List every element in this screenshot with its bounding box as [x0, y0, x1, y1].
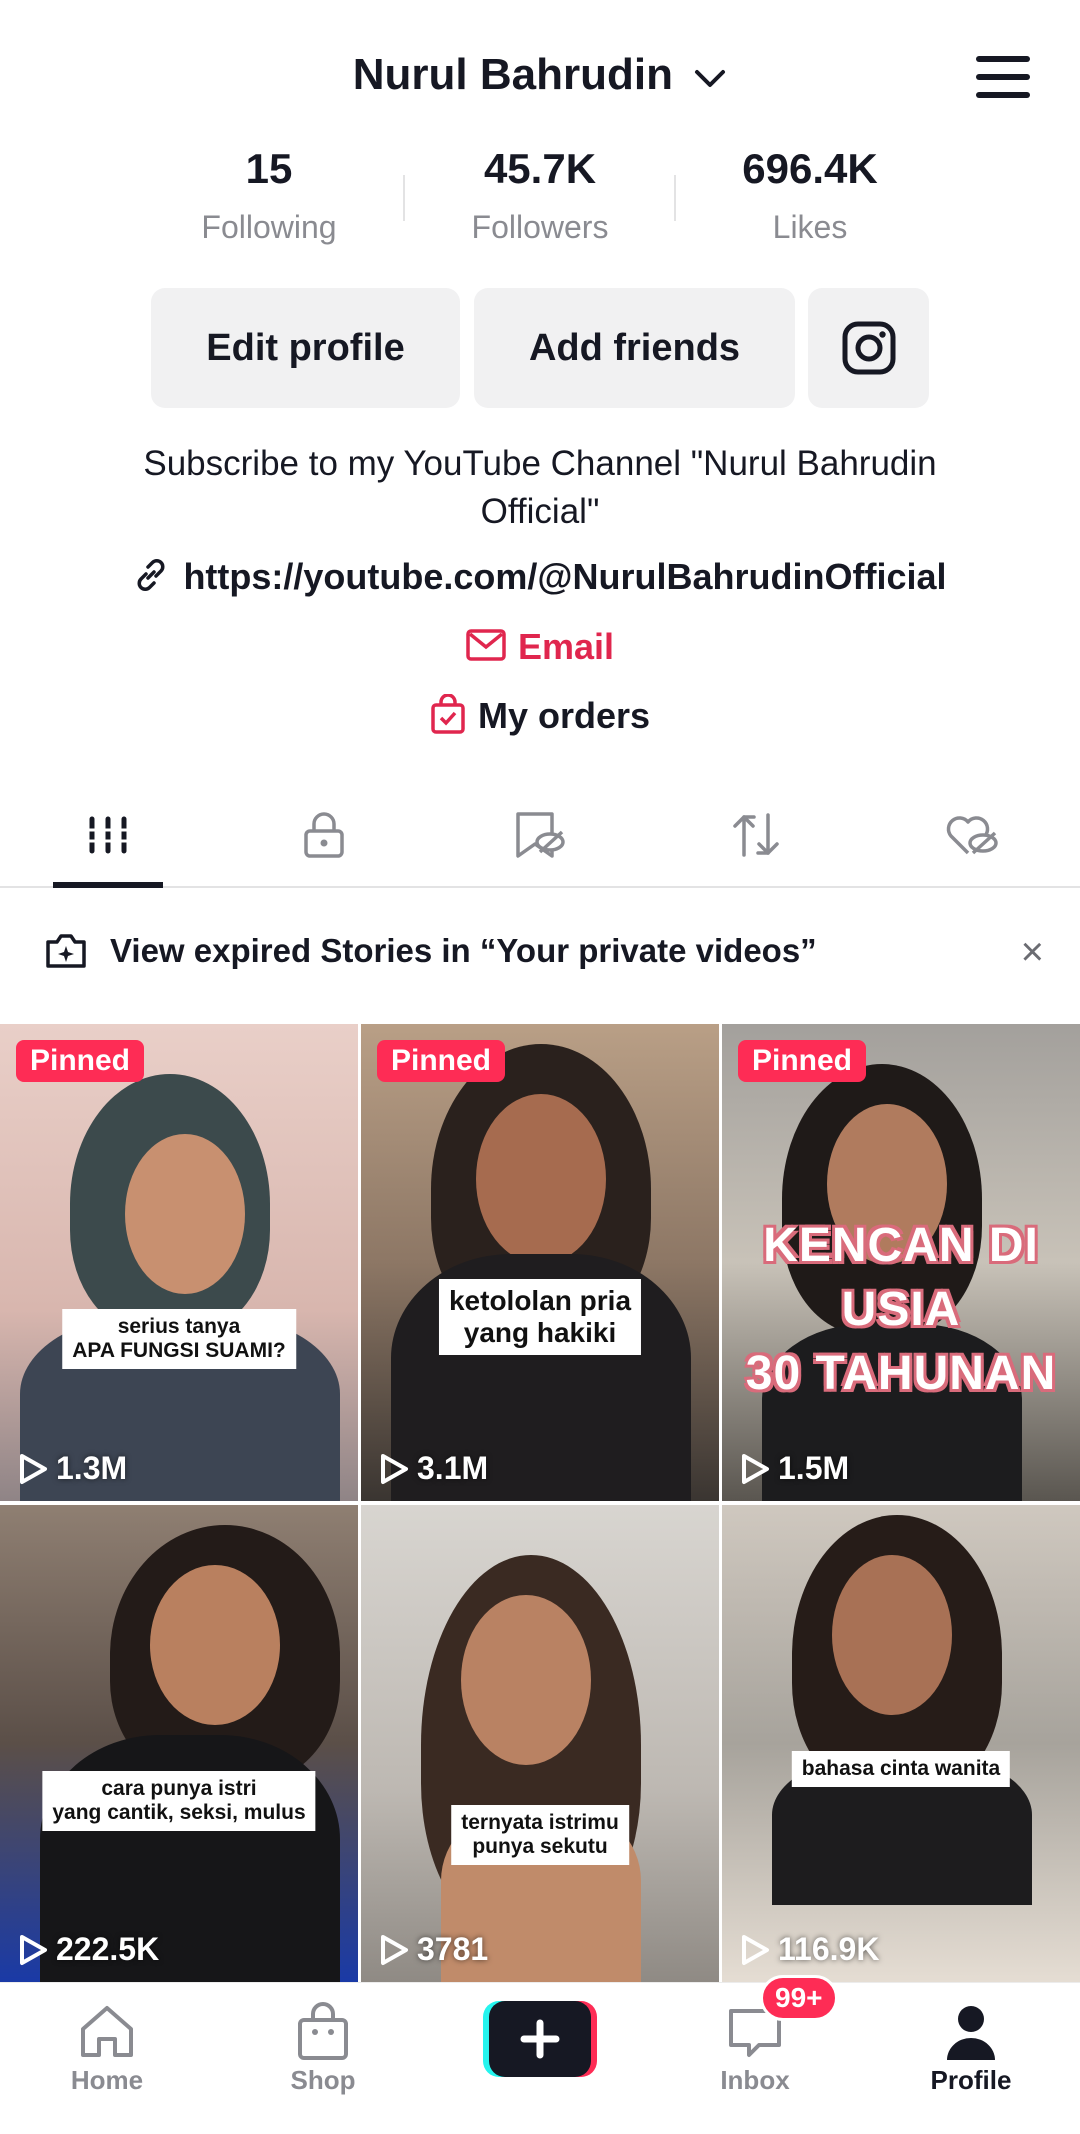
profile-icon: [947, 2006, 995, 2060]
play-icon: [381, 1453, 408, 1484]
email-label: Email: [517, 626, 615, 667]
email-link[interactable]: Email: [0, 626, 1080, 670]
stat-following[interactable]: 15 Following: [149, 145, 389, 246]
video-tile[interactable]: ternyata istrimu punya sekutu 3781: [361, 1505, 719, 1982]
content-tabs: [0, 790, 1080, 888]
bookmark-hidden-icon: [516, 812, 565, 858]
stat-value: 15: [245, 145, 293, 192]
hamburger-menu-icon[interactable]: [976, 56, 1030, 100]
view-count-value: 116.9K: [778, 1931, 880, 1967]
nav-shop[interactable]: Shop: [248, 1999, 398, 2096]
video-tile[interactable]: cara punya istri yang cantik, seksi, mulu…: [0, 1505, 358, 1982]
video-caption: cara punya istri yang cantik, seksi, mulu…: [42, 1771, 316, 1832]
view-count-value: 3781: [417, 1931, 489, 1967]
account-switcher[interactable]: Nurul Bahrudin: [0, 50, 1080, 102]
chevron-down-icon: [693, 52, 727, 102]
profile-header: Nurul Bahrudin: [0, 40, 1080, 120]
video-caption: ketololan pria yang hakiki: [438, 1279, 642, 1356]
nav-label: Profile: [930, 2065, 1012, 2095]
video-caption: serius tanya APA FUNGSI SUAMI?: [62, 1309, 296, 1370]
orders-label: My orders: [477, 695, 651, 737]
divider: [403, 175, 405, 221]
view-count: 116.9K: [740, 1931, 879, 1968]
view-count: 1.3M: [18, 1450, 127, 1487]
link-text: https://youtube.com/@NurulBahrudinOffici…: [183, 556, 947, 597]
shopping-bag-icon: [298, 2002, 348, 2060]
play-icon: [742, 1934, 769, 1965]
heart-hidden-icon: [946, 816, 998, 855]
stat-value: 696.4K: [742, 145, 878, 192]
shopping-bag-icon: [430, 693, 466, 743]
instagram-button[interactable]: [808, 288, 929, 408]
view-count: 222.5K: [18, 1931, 159, 1968]
tab-saved[interactable]: [480, 800, 600, 870]
tab-reposts[interactable]: [696, 800, 816, 870]
video-thumbnail-face: [832, 1555, 952, 1715]
nav-label: Shop: [290, 2065, 356, 2095]
repost-icon: [733, 813, 779, 857]
stat-value: 45.7K: [483, 145, 597, 192]
stat-label: Likes: [772, 209, 848, 245]
username: Nurul Bahrudin: [352, 50, 673, 99]
play-icon: [20, 1453, 47, 1484]
video-caption: bahasa cinta wanita: [791, 1751, 1011, 1788]
banner-text: View expired Stories in “Your private vi…: [110, 932, 817, 969]
video-caption: ternyata istrimu punya sekutu: [451, 1805, 629, 1866]
inbox-badge: 99+: [760, 1975, 838, 2021]
stat-label: Following: [201, 209, 337, 245]
add-friends-button[interactable]: Add friends: [474, 288, 795, 408]
grid-icon: [86, 816, 130, 854]
home-icon: [81, 2006, 133, 2057]
close-icon[interactable]: ×: [1021, 930, 1044, 975]
nav-label: Inbox: [720, 2065, 790, 2095]
bio-text: Subscribe to my YouTube Channel "Nurul B…: [143, 444, 937, 531]
view-count-value: 1.3M: [56, 1450, 128, 1486]
envelope-icon: [466, 628, 506, 670]
pinned-badge: Pinned: [16, 1040, 145, 1082]
video-tile[interactable]: Pinned ketololan pria yang hakiki 3.1M: [361, 1024, 719, 1501]
instagram-icon: [842, 321, 895, 375]
view-count: 3781: [379, 1931, 488, 1968]
play-icon: [742, 1453, 769, 1484]
video-thumbnail-face: [461, 1595, 591, 1765]
camera-sparkle-icon: [44, 932, 88, 975]
my-orders-link[interactable]: My orders: [0, 693, 1080, 743]
video-tile[interactable]: bahasa cinta wanita 116.9K: [722, 1505, 1080, 1982]
video-tile[interactable]: Pinned serius tanya APA FUNGSI SUAMI? 1.3…: [0, 1024, 358, 1501]
view-count: 1.5M: [740, 1450, 849, 1487]
nav-profile[interactable]: Profile: [896, 1999, 1046, 2096]
video-thumbnail-face: [476, 1094, 606, 1264]
video-grid: Pinned serius tanya APA FUNGSI SUAMI? 1.3…: [0, 1024, 1080, 1982]
bottom-nav: Home Shop Inbox 99+ Profile: [0, 1975, 1080, 2134]
tab-videos[interactable]: [48, 800, 168, 870]
pinned-badge: Pinned: [377, 1040, 506, 1082]
video-thumbnail-face: [125, 1134, 245, 1294]
expired-stories-banner[interactable]: View expired Stories in “Your private vi…: [0, 888, 1080, 1018]
profile-actions: Edit profile Add friends: [0, 288, 1080, 408]
divider: [674, 175, 676, 221]
video-thumbnail-face: [150, 1565, 280, 1725]
pinned-badge: Pinned: [738, 1040, 867, 1082]
link-icon: [133, 557, 169, 602]
create-button[interactable]: [483, 2001, 597, 2077]
edit-profile-button[interactable]: Edit profile: [151, 288, 460, 408]
video-tile[interactable]: Pinned KENCAN DI USIA 30 TAHUNAN 1.5M: [722, 1024, 1080, 1501]
nav-home[interactable]: Home: [32, 1999, 182, 2096]
view-count-value: 1.5M: [778, 1450, 850, 1486]
video-caption: KENCAN DI USIA 30 TAHUNAN: [745, 1219, 1057, 1400]
tab-private[interactable]: [264, 800, 384, 870]
stat-likes[interactable]: 696.4K Likes: [690, 145, 930, 246]
view-count: 3.1M: [379, 1450, 488, 1487]
play-icon: [20, 1934, 47, 1965]
tab-liked[interactable]: [912, 800, 1032, 870]
stat-followers[interactable]: 45.7K Followers: [420, 145, 660, 246]
profile-stats: 15 Following 45.7K Followers 696.4K Like…: [0, 145, 1080, 255]
lock-icon: [304, 812, 344, 858]
play-icon: [381, 1934, 408, 1965]
stat-label: Followers: [471, 209, 609, 245]
view-count-value: 3.1M: [417, 1450, 489, 1486]
nav-label: Home: [70, 2065, 144, 2095]
profile-link[interactable]: https://youtube.com/@NurulBahrudinOffici…: [0, 556, 1080, 602]
view-count-value: 222.5K: [56, 1931, 160, 1967]
